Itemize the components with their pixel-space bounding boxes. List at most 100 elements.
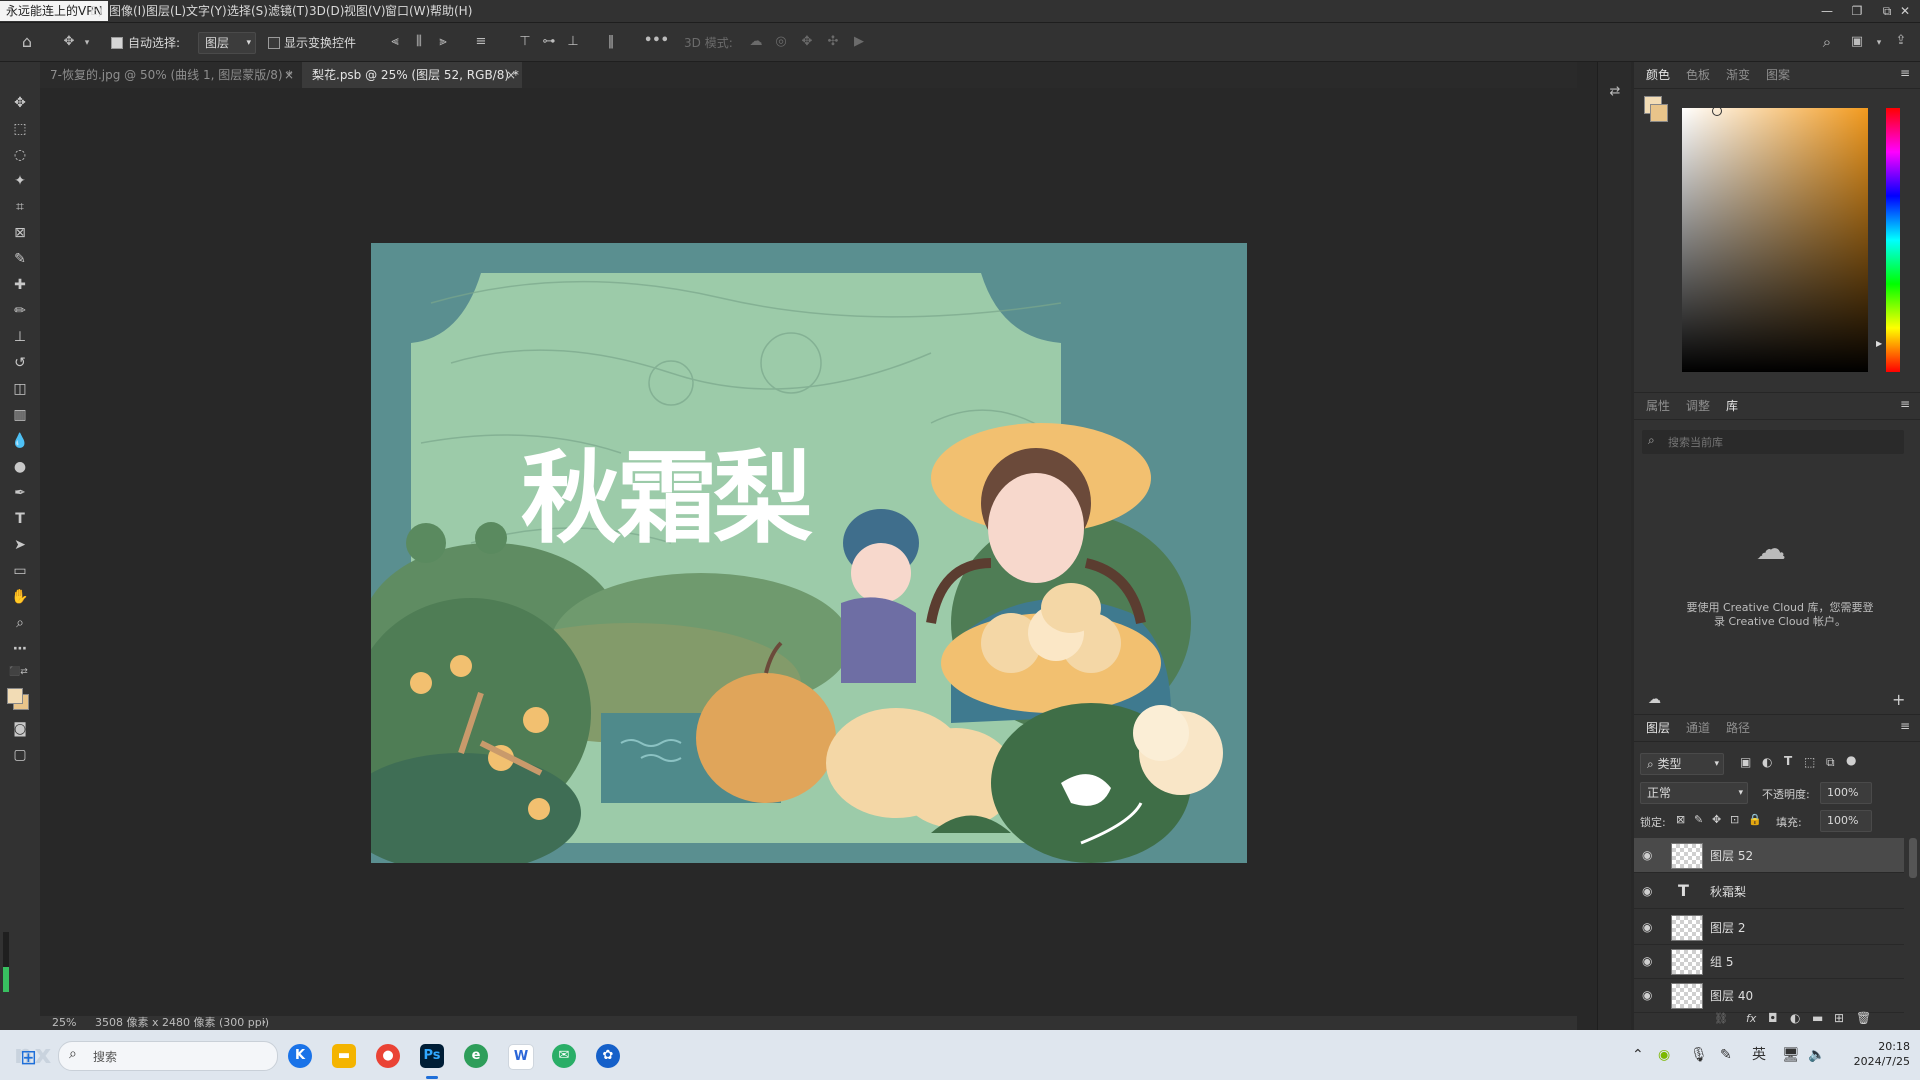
align-vcenter-icon[interactable]: ⊶: [542, 34, 556, 50]
cloud-sync-icon[interactable]: ☁: [1648, 692, 1661, 707]
hue-slider[interactable]: [1886, 108, 1900, 372]
photoshop-icon[interactable]: Ps: [420, 1044, 444, 1068]
blur-tool-icon[interactable]: 💧: [8, 430, 32, 452]
workspace-icon[interactable]: ▣: [1848, 34, 1866, 50]
auto-select-checkbox[interactable]: [111, 37, 123, 49]
taskbar-search-box[interactable]: ⌕ 搜索: [58, 1041, 278, 1071]
microphone-icon[interactable]: 🎙: [1690, 1046, 1708, 1064]
volume-icon[interactable]: 🔈: [1808, 1046, 1825, 1064]
panel-menu-icon[interactable]: ≡: [1900, 397, 1910, 411]
tab-adjustments[interactable]: 调整: [1686, 393, 1710, 419]
gradient-tool-icon[interactable]: ▥: [8, 404, 32, 426]
new-group-icon[interactable]: ▬: [1812, 1011, 1823, 1025]
distribute-vertical-icon[interactable]: ‖: [604, 34, 618, 50]
tab-patterns[interactable]: 图案: [1766, 62, 1790, 88]
edit-toolbar-icon[interactable]: ⋯: [8, 638, 32, 660]
restore-button[interactable]: ❐: [1842, 0, 1872, 22]
zoom-level[interactable]: 25%: [52, 1016, 76, 1030]
library-search-field[interactable]: ⌕: [1642, 430, 1904, 454]
menu-help[interactable]: 帮助(H): [430, 0, 472, 22]
3d-slide-icon[interactable]: ✣: [824, 34, 842, 50]
show-transform-checkbox[interactable]: [268, 37, 280, 49]
panel-menu-icon[interactable]: ≡: [1900, 66, 1910, 80]
layer-list-scrollbar[interactable]: [1909, 838, 1917, 878]
pen-icon[interactable]: ✎: [1720, 1046, 1732, 1064]
menu-select[interactable]: 选择(S): [227, 0, 268, 22]
menu-type[interactable]: 文字(Y): [186, 0, 227, 22]
more-options-icon[interactable]: •••: [644, 33, 669, 49]
magic-wand-tool-icon[interactable]: ✦: [8, 170, 32, 192]
layer-row[interactable]: ◉ 组 5: [1634, 944, 1904, 979]
lock-pixels-icon[interactable]: ✎: [1694, 813, 1703, 826]
filter-shape-icon[interactable]: ⬚: [1804, 755, 1815, 769]
add-mask-icon[interactable]: ◘: [1768, 1011, 1778, 1025]
align-bottom-icon[interactable]: ⊥: [566, 34, 580, 50]
3d-camera-icon[interactable]: ▶: [850, 34, 868, 50]
crop-tool-icon[interactable]: ⌗: [8, 196, 32, 218]
layer-row[interactable]: ◉ 图层 2: [1634, 910, 1904, 945]
auto-select-target-dropdown[interactable]: 图层 ▾: [198, 32, 256, 54]
input-language[interactable]: 英: [1752, 1046, 1766, 1064]
chevron-right-icon[interactable]: ›: [262, 1016, 266, 1030]
search-icon[interactable]: ⌕: [1818, 34, 1836, 50]
network-icon[interactable]: 🖥: [1782, 1046, 1800, 1064]
lock-transparency-icon[interactable]: ⊠: [1676, 813, 1685, 826]
3d-pan-icon[interactable]: ✥: [798, 34, 816, 50]
close-button[interactable]: ✕: [1890, 0, 1920, 22]
visibility-eye-icon[interactable]: ◉: [1642, 884, 1656, 898]
adjustment-layer-icon[interactable]: ◐: [1790, 1011, 1800, 1025]
new-layer-icon[interactable]: ⊞: [1834, 1011, 1844, 1025]
menu-layer[interactable]: 图层(L): [146, 0, 186, 22]
type-tool-icon[interactable]: T: [8, 508, 32, 530]
home-icon[interactable]: ⌂: [18, 34, 36, 50]
dodge-tool-icon[interactable]: ●: [8, 456, 32, 478]
start-icon[interactable]: ⊞: [20, 1045, 37, 1069]
link-layers-icon[interactable]: ⛓: [1714, 1012, 1728, 1025]
browser-icon[interactable]: ●: [376, 1044, 400, 1068]
healing-brush-icon[interactable]: ✚: [8, 274, 32, 296]
lasso-tool-icon[interactable]: ◌: [8, 144, 32, 166]
color-picker-handle[interactable]: [1712, 106, 1722, 116]
minimize-button[interactable]: —: [1812, 0, 1842, 22]
swap-colors-icon[interactable]: ⬛⇄: [9, 667, 29, 677]
tab-document-1[interactable]: 7-恢复的.jpg @ 50% (曲线 1, 图层蒙版/8) * ×: [40, 62, 300, 88]
w-app-icon[interactable]: W: [508, 1044, 534, 1070]
rectangle-tool-icon[interactable]: ▭: [8, 560, 32, 582]
tab-swatches[interactable]: 色板: [1686, 62, 1710, 88]
lock-position-icon[interactable]: ✥: [1712, 813, 1721, 826]
foreground-color-swatch[interactable]: [7, 688, 23, 704]
tab-layers[interactable]: 图层: [1646, 715, 1670, 741]
tab-channels[interactable]: 通道: [1686, 715, 1710, 741]
tab-properties[interactable]: 属性: [1646, 393, 1670, 419]
tray-app-icon[interactable]: ◉: [1658, 1046, 1670, 1064]
hue-slider-arrow-icon[interactable]: ▶: [1876, 339, 1882, 348]
opacity-field[interactable]: 100%: [1820, 782, 1872, 804]
filter-pixel-icon[interactable]: ▣: [1740, 755, 1751, 769]
color-field[interactable]: [1682, 106, 1868, 372]
app-icon[interactable]: ✿: [596, 1044, 620, 1068]
zoom-tool-icon[interactable]: ⌕: [8, 612, 32, 634]
menu-view[interactable]: 视图(V): [344, 0, 386, 22]
tab-libraries[interactable]: 库: [1726, 393, 1738, 419]
delete-layer-icon[interactable]: 🗑: [1856, 1011, 1871, 1025]
align-hcenter-icon[interactable]: ⫼: [412, 34, 426, 50]
marquee-tool-icon[interactable]: ⬚: [8, 118, 32, 140]
menu-image[interactable]: 图像(I): [109, 0, 146, 22]
filter-smart-object-icon[interactable]: ⧉: [1826, 755, 1835, 770]
panel-menu-icon[interactable]: ≡: [1900, 719, 1910, 733]
screen-mode-icon[interactable]: ▢: [8, 744, 32, 766]
menu-window[interactable]: 窗口(W): [385, 0, 430, 22]
share-icon[interactable]: ⇪: [1892, 33, 1910, 49]
brush-tool-icon[interactable]: ✏: [8, 300, 32, 322]
menu-edit[interactable]: E): [90, 0, 102, 22]
tab-document-2[interactable]: 梨花.psb @ 25% (图层 52, RGB/8) * ×: [302, 62, 522, 88]
history-brush-icon[interactable]: ↺: [8, 352, 32, 374]
close-tab-icon[interactable]: ×: [506, 62, 516, 88]
clone-stamp-icon[interactable]: ⊥: [8, 326, 32, 348]
visibility-eye-icon[interactable]: ◉: [1642, 848, 1656, 862]
3d-roll-icon[interactable]: ◎: [772, 34, 790, 50]
filter-text-icon[interactable]: T: [1784, 754, 1792, 768]
layer-row[interactable]: ◉ T 秋霜梨: [1634, 874, 1904, 909]
close-tab-icon[interactable]: ×: [284, 62, 294, 88]
layer-style-icon[interactable]: fx: [1746, 1012, 1756, 1025]
